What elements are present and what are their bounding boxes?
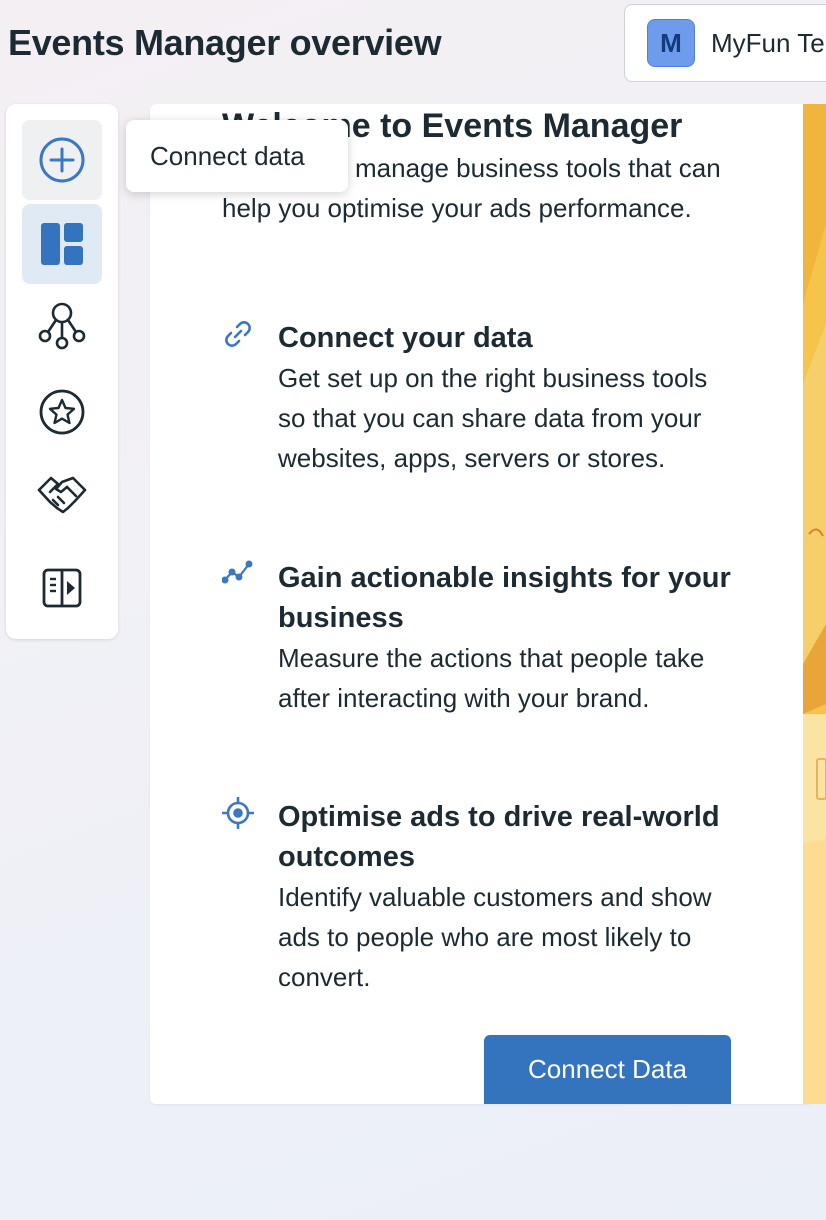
feature-body: Measure the actions that people take aft… <box>278 643 705 713</box>
sidebar-toggle-icon <box>42 568 82 608</box>
sidebar-rail <box>6 104 118 639</box>
page-title: Events Manager overview <box>8 22 442 63</box>
link-icon <box>225 321 251 347</box>
sidebar-item-partner-integrations[interactable] <box>22 454 102 534</box>
plus-circle-icon <box>39 137 85 183</box>
insights-icon <box>222 560 253 584</box>
account-picker[interactable]: M MyFun Te <box>624 4 826 82</box>
account-avatar: M <box>647 19 695 67</box>
illustration-image <box>803 104 826 1104</box>
handshake-icon <box>37 476 87 514</box>
welcome-illustration <box>803 104 826 1104</box>
sidebar-item-overview[interactable] <box>22 204 102 284</box>
welcome-card: Welcome to Events Manager Set up and man… <box>150 104 810 1104</box>
feature-body: Get set up on the right business tools s… <box>278 363 708 473</box>
sidebar-item-favourites[interactable] <box>22 372 102 452</box>
sidebar-item-expand[interactable] <box>22 548 102 628</box>
feature-heading: Optimise ads to drive real-world outcome… <box>278 801 720 873</box>
feature-body: Identify valuable customers and show ads… <box>278 882 712 992</box>
sidebar-item-data-sources[interactable] <box>22 286 102 366</box>
account-name: MyFun Te <box>711 27 825 58</box>
star-badge-icon <box>39 389 85 435</box>
dashboard-icon <box>41 223 83 265</box>
connect-data-button[interactable]: Connect Data <box>484 1035 731 1104</box>
data-sources-icon <box>38 302 86 350</box>
feature-heading: Connect your data <box>278 322 533 354</box>
feature-heading: Gain actionable insights for your busine… <box>278 562 731 634</box>
target-icon <box>222 797 254 829</box>
connect-data-tooltip: Connect data <box>126 120 348 192</box>
sidebar-item-connect-data[interactable] <box>22 120 102 200</box>
